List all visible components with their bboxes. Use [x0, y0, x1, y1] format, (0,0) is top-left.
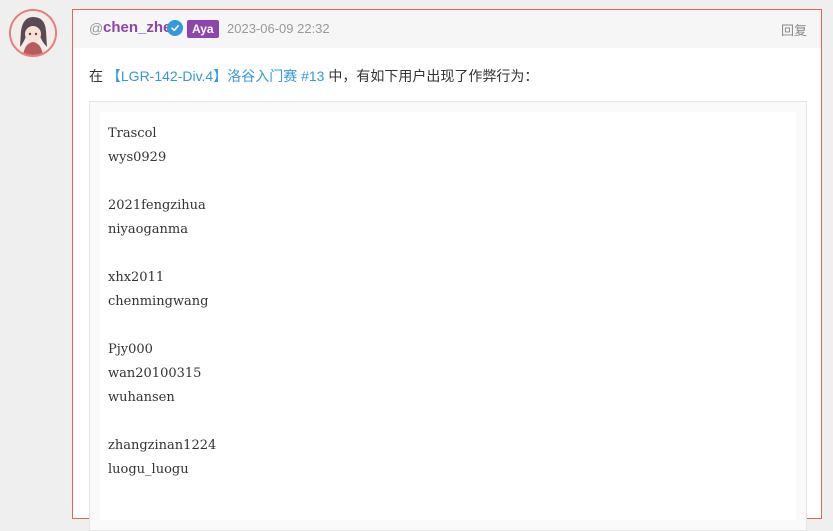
code-line: chenmingwang — [108, 294, 209, 309]
comment-card: @ chen_zhe Aya 2023-06-09 22:32 回复 在 【LG… — [72, 9, 822, 531]
reply-button[interactable]: 回复 — [781, 20, 807, 39]
comment-header: @ chen_zhe Aya 2023-06-09 22:32 回复 — [73, 10, 821, 48]
code-line: luogu_luogu — [108, 462, 189, 477]
contest-link[interactable]: 【LGR-142-Div.4】洛谷入门赛 #13 — [107, 68, 325, 84]
code-line: zhangzinan1224 — [108, 438, 217, 453]
code-line: wan20100315 — [108, 366, 202, 381]
code-line: niyaoganma — [108, 222, 188, 237]
timestamp: 2023-06-09 22:32 — [227, 21, 330, 36]
intro-prefix: 在 — [89, 68, 107, 84]
code-line: Trascol — [108, 126, 157, 141]
username-link[interactable]: chen_zhe — [103, 19, 171, 36]
code-line: xhx2011 — [108, 270, 165, 285]
avatar[interactable] — [9, 9, 57, 57]
code-block: Trascol wys0929 2021fengzihua niyaoganma xhx… — [89, 101, 807, 531]
intro-suffix: 中，有如下用户出现了作弊行为： — [324, 68, 539, 84]
code-line: wys0929 — [108, 150, 167, 165]
post-intro: 在 【LGR-142-Div.4】洛谷入门赛 #13 中，有如下用户出现了作弊行… — [89, 66, 538, 86]
code-content: Trascol wys0929 2021fengzihua niyaoganma xhx… — [100, 112, 796, 520]
code-line: wuhansen — [108, 390, 175, 405]
code-line: Pjy000 — [108, 342, 153, 357]
code-line: 2021fengzihua — [108, 198, 206, 213]
verified-check-icon — [167, 20, 183, 36]
at-symbol: @ — [89, 20, 104, 36]
user-badge[interactable]: Aya — [187, 20, 219, 38]
